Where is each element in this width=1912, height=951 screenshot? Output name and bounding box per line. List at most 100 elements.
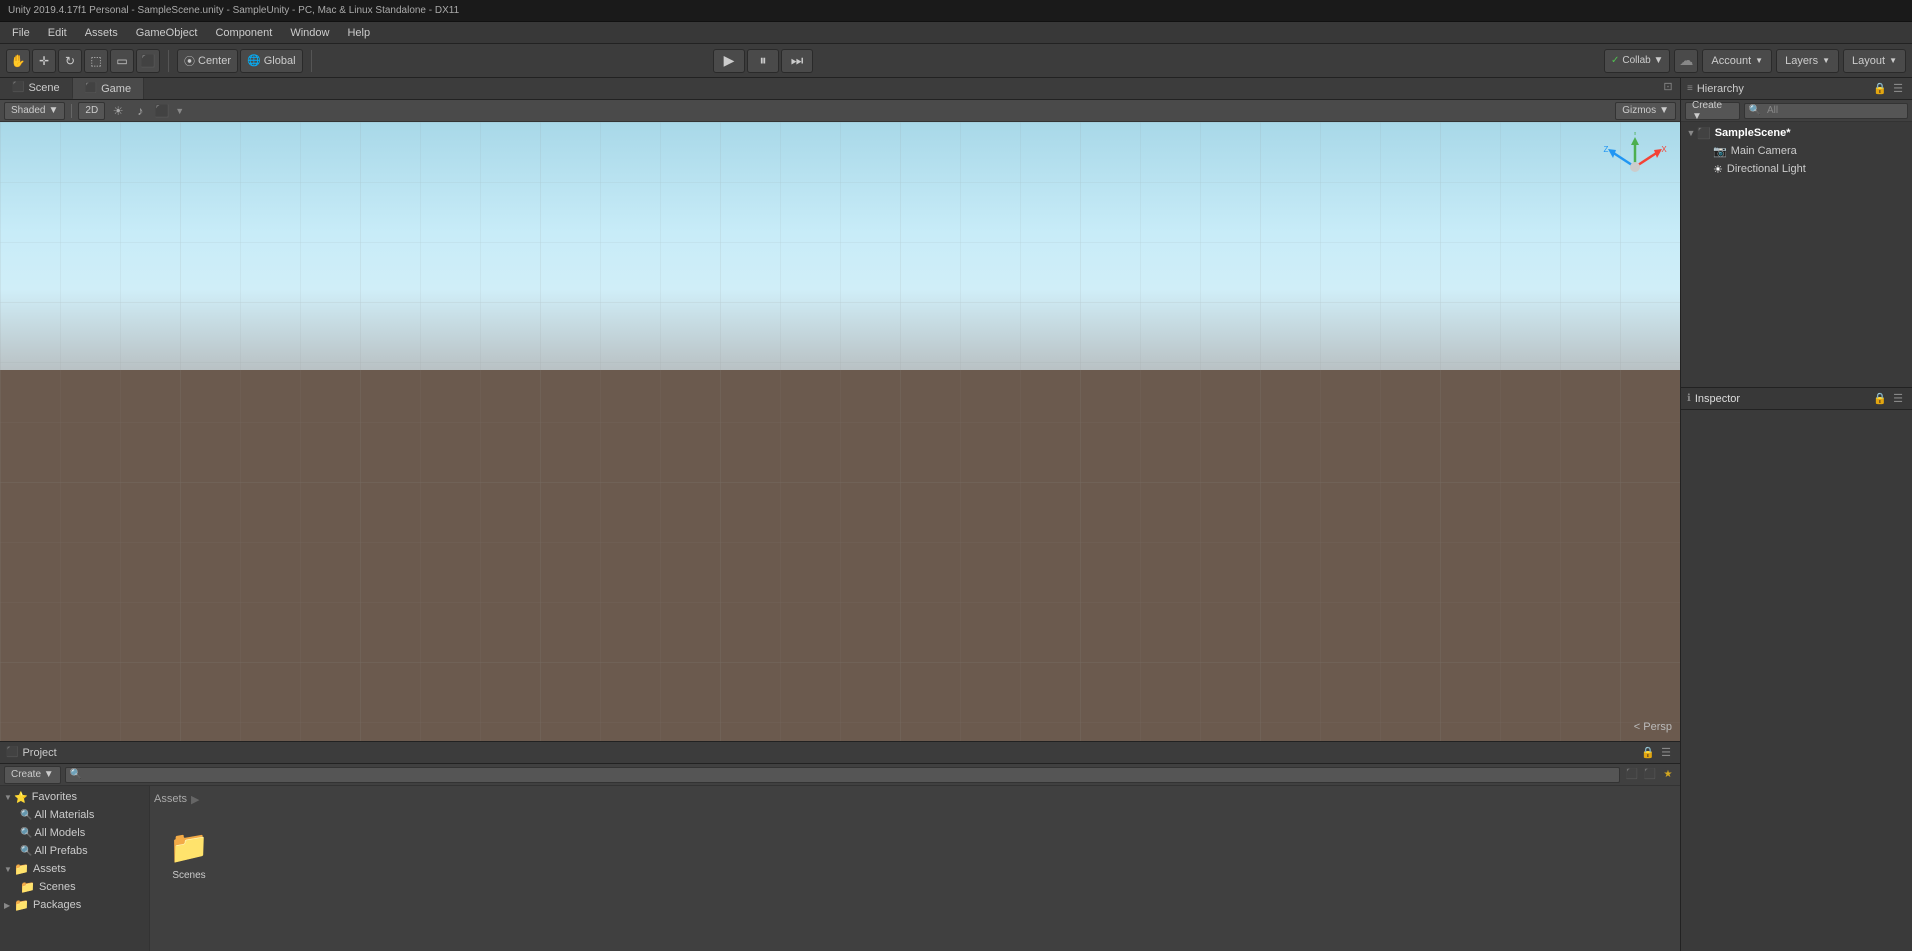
play-btn[interactable]: ▶ — [713, 49, 745, 73]
project-all-materials[interactable]: 🔍 All Materials — [0, 806, 149, 824]
directional-light-label: Directional Light — [1727, 163, 1806, 175]
collab-btn[interactable]: ✓ Collab ▼ — [1604, 49, 1670, 73]
step-btn[interactable]: ⏭ — [781, 49, 813, 73]
vp-sep-1 — [71, 104, 72, 118]
2d-label: 2D — [85, 105, 98, 116]
shaded-dropdown-btn[interactable]: Shaded ▼ — [4, 102, 65, 120]
light-icon: ☀ — [1713, 163, 1723, 176]
light-no-toggle — [1701, 163, 1713, 175]
menu-gameobject[interactable]: GameObject — [128, 25, 206, 41]
project-scenes-folder[interactable]: 📁 Scenes — [0, 878, 149, 896]
menu-edit[interactable]: Edit — [40, 25, 75, 41]
scenes-folder-item[interactable]: 📁 Scenes — [154, 814, 224, 894]
pivot-group: ⦿ Center 🌐 Global — [177, 49, 303, 73]
project-favorites-root[interactable]: ▼ ⭐ Favorites — [0, 788, 149, 806]
global-icon: 🌐 — [247, 54, 261, 67]
hand-tool-btn[interactable]: ✋ — [6, 49, 30, 73]
camera-icon: 📷 — [1713, 145, 1727, 158]
sep-1 — [168, 50, 169, 72]
hierarchy-lock-btn[interactable]: 🔒 — [1872, 81, 1888, 97]
scenes-folder-item-label: Scenes — [172, 870, 205, 881]
cloud-btn[interactable]: ☁ — [1674, 49, 1698, 73]
inspector-panel-header: ℹ Inspector 🔒 ☰ — [1681, 388, 1912, 410]
menu-assets[interactable]: Assets — [77, 25, 126, 41]
scale-tool-btn[interactable]: ⬚ — [84, 49, 108, 73]
project-header-right: 🔒 ☰ — [1640, 745, 1674, 761]
hierarchy-directional-light[interactable]: ☀ Directional Light — [1681, 160, 1912, 178]
center-label: Center — [198, 55, 231, 67]
hierarchy-tree: ▼ ⬛ SampleScene* 📷 Main Camera ☀ Directi… — [1681, 122, 1912, 387]
project-all-prefabs[interactable]: 🔍 All Prefabs — [0, 842, 149, 860]
fx-btn[interactable]: ⬛ — [153, 102, 171, 120]
project-star-btn[interactable]: ★ — [1660, 767, 1676, 783]
toolbar-right: ✓ Collab ▼ ☁ Account ▼ Layers ▼ Layout ▼ — [1604, 49, 1906, 73]
viewport-maximize-btn[interactable]: ⊡ — [1660, 78, 1676, 94]
project-title-icon: ⬛ — [6, 747, 18, 758]
viewport-toolbar: Shaded ▼ 2D ☀ ♪ ⬛ ▼ Gizmos ▼ — [0, 100, 1680, 122]
gizmos-btn[interactable]: Gizmos ▼ — [1615, 102, 1676, 120]
menu-component[interactable]: Component — [207, 25, 280, 41]
hierarchy-create-btn[interactable]: Create ▼ — [1685, 102, 1740, 120]
hierarchy-main-camera[interactable]: 📷 Main Camera — [1681, 142, 1912, 160]
project-search-input[interactable] — [84, 767, 1615, 783]
project-search-icon: 🔍 — [70, 769, 82, 780]
svg-text:Y: Y — [1632, 132, 1638, 137]
menu-help[interactable]: Help — [339, 25, 378, 41]
scene-tab[interactable]: ⬛ Scene — [0, 78, 73, 99]
project-menu-btn[interactable]: ☰ — [1658, 745, 1674, 761]
toolbar: ✋ ✛ ↻ ⬚ ▭ ⬛ ⦿ Center 🌐 Global ▶ ⏸ ⏭ ✓ Co… — [0, 44, 1912, 78]
hierarchy-title: Hierarchy — [1697, 83, 1744, 95]
assets-folder-icon: 📁 — [14, 862, 29, 876]
assets-breadcrumb[interactable]: Assets — [154, 793, 187, 805]
project-assets-root[interactable]: ▼ 📁 Assets — [0, 860, 149, 878]
all-prefabs-label: All Prefabs — [34, 845, 87, 857]
pause-btn[interactable]: ⏸ — [747, 49, 779, 73]
project-packages-root[interactable]: ▶ 📁 Packages — [0, 896, 149, 914]
rect-tool-btn[interactable]: ▭ — [110, 49, 134, 73]
move-tool-btn[interactable]: ✛ — [32, 49, 56, 73]
hierarchy-toolbar: Create ▼ 🔍 — [1681, 100, 1912, 122]
layers-btn[interactable]: Layers ▼ — [1776, 49, 1839, 73]
audio-btn[interactable]: ♪ — [131, 102, 149, 120]
transform-tool-btn[interactable]: ⬛ — [136, 49, 160, 73]
transform-tools-group: ✋ ✛ ↻ ⬚ ▭ ⬛ — [6, 49, 160, 73]
project-create-btn[interactable]: Create ▼ — [4, 766, 61, 784]
scene-gizmo[interactable]: Y X Z — [1600, 132, 1670, 202]
project-all-models[interactable]: 🔍 All Models — [0, 824, 149, 842]
scenes-folder-large-icon: 📁 — [169, 828, 209, 866]
inspector-menu-btn[interactable]: ☰ — [1890, 391, 1906, 407]
hierarchy-search-input[interactable] — [1763, 103, 1903, 119]
project-right-panel: Assets ▶ 📁 Scenes — [150, 786, 1680, 951]
packages-toggle: ▶ — [4, 901, 14, 910]
account-label: Account — [1711, 55, 1751, 67]
favorites-label: Favorites — [32, 791, 77, 803]
project-panel: ⬛ Project 🔒 ☰ Create ▼ 🔍 ⬛ ⬛ — [0, 741, 1680, 951]
breadcrumb-arrow: ▶ — [191, 793, 199, 806]
center-btn[interactable]: ⦿ Center — [177, 49, 238, 73]
camera-no-toggle — [1701, 145, 1713, 157]
collab-label: Collab ▼ — [1622, 55, 1663, 66]
inspector-lock-btn[interactable]: 🔒 — [1872, 391, 1888, 407]
menu-window[interactable]: Window — [282, 25, 337, 41]
project-icon-btn-1[interactable]: ⬛ — [1624, 767, 1640, 783]
hierarchy-search-icon: 🔍 — [1749, 105, 1761, 116]
menu-file[interactable]: File — [4, 25, 38, 41]
hierarchy-scene-root[interactable]: ▼ ⬛ SampleScene* — [1681, 124, 1912, 142]
layout-btn[interactable]: Layout ▼ — [1843, 49, 1906, 73]
hierarchy-menu-btn[interactable]: ☰ — [1890, 81, 1906, 97]
hierarchy-section: ≡ Hierarchy 🔒 ☰ Create ▼ 🔍 — [1681, 78, 1912, 388]
svg-text:Z: Z — [1604, 145, 1609, 154]
scene-viewport[interactable]: Y X Z < Persp — [0, 122, 1680, 741]
project-panel-header: ⬛ Project 🔒 ☰ — [0, 742, 1680, 764]
project-icon-btn-2[interactable]: ⬛ — [1642, 767, 1658, 783]
account-btn[interactable]: Account ▼ — [1702, 49, 1772, 73]
rotate-tool-btn[interactable]: ↻ — [58, 49, 82, 73]
game-tab[interactable]: ⬛ Game — [73, 78, 144, 99]
global-btn[interactable]: 🌐 Global — [240, 49, 303, 73]
2d-btn[interactable]: 2D — [78, 102, 105, 120]
inspector-title: Inspector — [1695, 393, 1740, 405]
lighting-btn[interactable]: ☀ — [109, 102, 127, 120]
cloud-icon: ☁ — [1679, 52, 1693, 69]
sep-2 — [311, 50, 312, 72]
project-lock-btn[interactable]: 🔒 — [1640, 745, 1656, 761]
